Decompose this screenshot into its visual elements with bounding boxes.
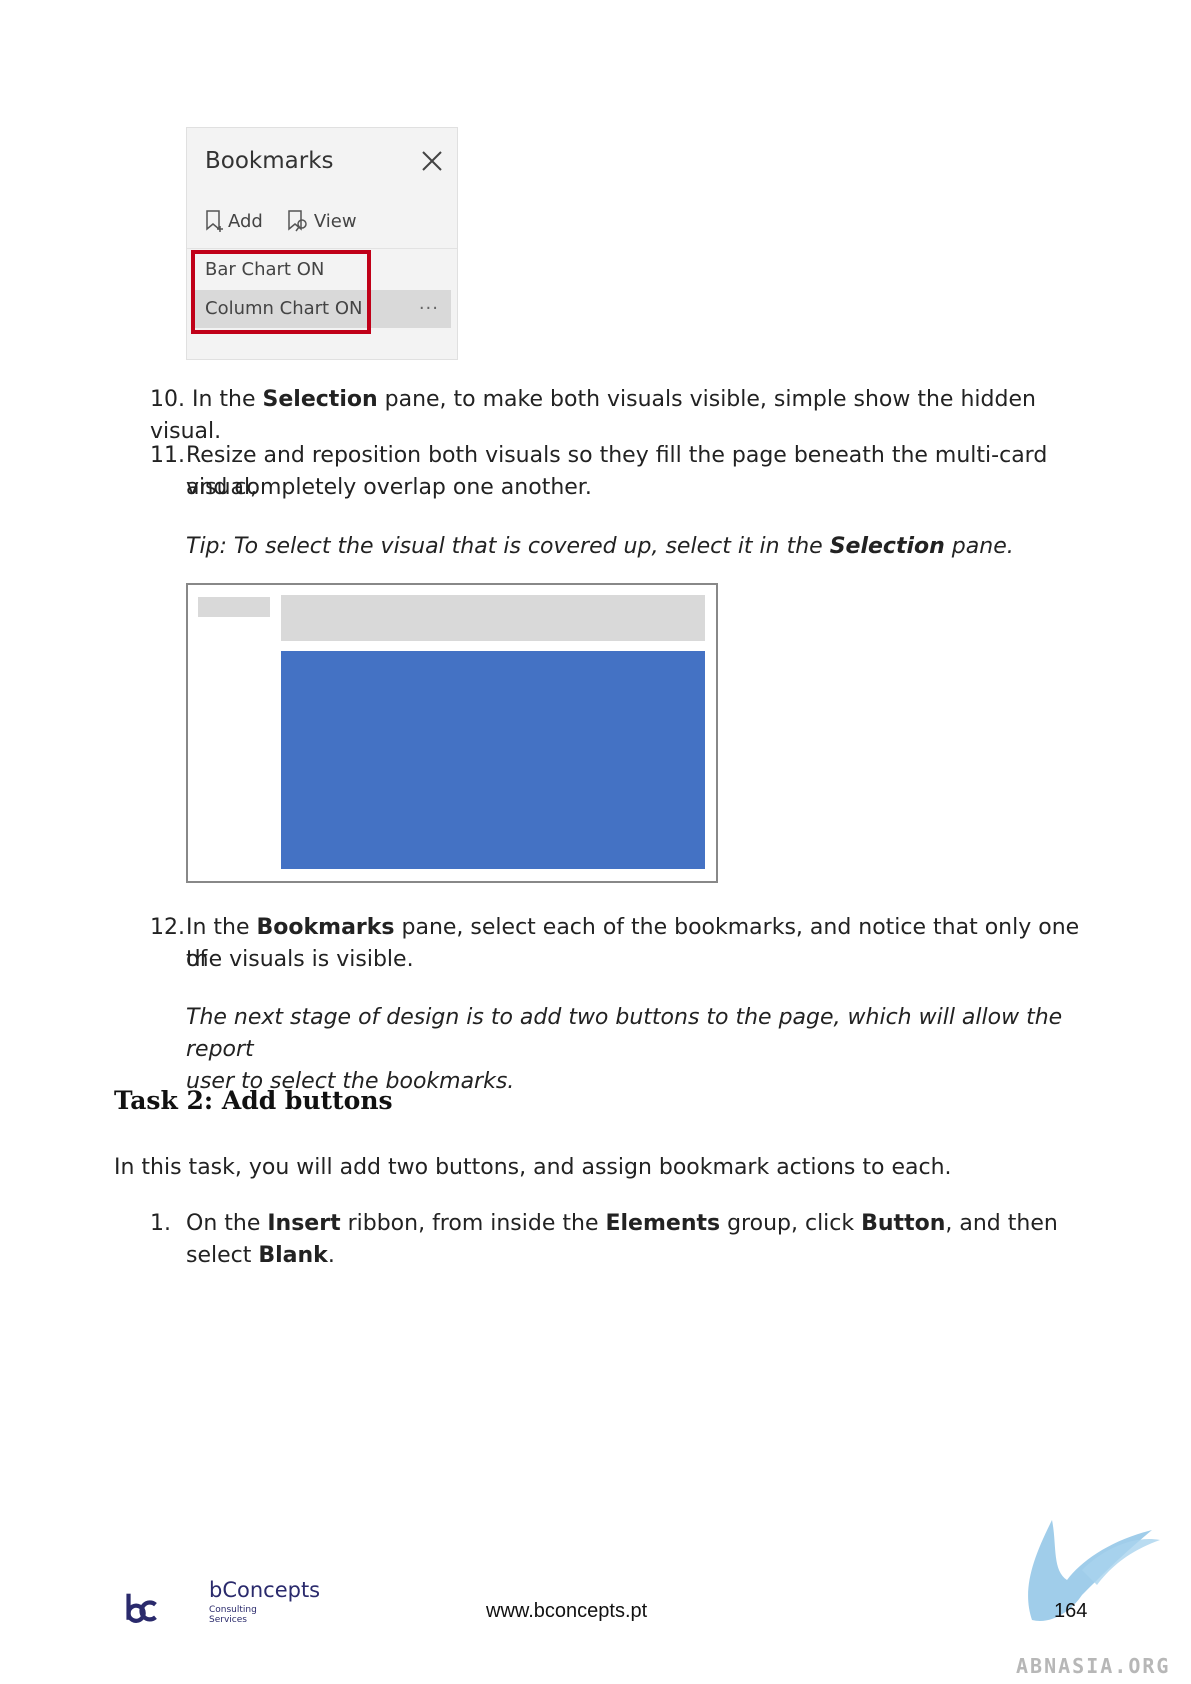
step-text-line2: select Blank. — [186, 1240, 1106, 1272]
note-line: The next stage of design is to add two b… — [186, 1005, 1063, 1062]
more-options-icon[interactable]: ··· — [419, 290, 439, 328]
header-placeholder — [281, 595, 705, 641]
add-bookmark-button[interactable]: Add — [205, 206, 263, 236]
overlapping-visual — [281, 651, 705, 869]
watermark-text: ABNASIA.ORG — [1016, 1654, 1171, 1678]
brand-sub-line: Consulting — [209, 1605, 257, 1615]
step-10: 10. In the Selection pane, to make both … — [150, 384, 1100, 448]
step-number: 10. — [150, 387, 185, 412]
tip-suffix: pane. — [944, 534, 1014, 559]
bookmark-view-icon — [288, 210, 307, 232]
view-bookmark-button[interactable]: View — [287, 206, 357, 236]
highlight-box — [191, 250, 371, 334]
step-bold: Blank — [258, 1243, 328, 1268]
step-text: On the — [186, 1211, 268, 1236]
task-intro: In this task, you will add two buttons, … — [114, 1155, 952, 1180]
step-text: select — [186, 1243, 259, 1268]
step-bold: Insert — [267, 1211, 341, 1236]
tip-bold: Selection — [829, 534, 945, 559]
step-text: and completely overlap one another. — [186, 475, 592, 500]
add-label: Add — [228, 210, 263, 232]
step-bold: Selection — [262, 387, 378, 412]
design-note: The next stage of design is to add two b… — [186, 1002, 1106, 1098]
tip-text: Tip: To select the visual that is covere… — [186, 531, 1106, 563]
step-text-line2: the visuals is visible. — [186, 947, 414, 972]
view-label: View — [313, 210, 357, 232]
step-bold: Button — [861, 1211, 946, 1236]
step-number: 12. — [150, 915, 185, 940]
step-text: group, click — [720, 1211, 862, 1236]
report-canvas-screenshot — [186, 583, 718, 883]
brand-name: bConcepts — [209, 1578, 321, 1602]
step-bold: Bookmarks — [256, 915, 395, 940]
bookmarks-pane-screenshot: Bookmarks Add View Bar Chart ON Column C… — [186, 127, 458, 360]
step-text: . — [327, 1243, 335, 1268]
step-bold: Elements — [605, 1211, 721, 1236]
step-text: , and then — [945, 1211, 1058, 1236]
tip-prefix: Tip: To select the visual that is covere… — [186, 534, 830, 559]
step-text: In the — [192, 387, 263, 412]
step-number: 1. — [150, 1211, 171, 1236]
step-text: In the — [186, 915, 257, 940]
step-text: ribbon, from inside the — [340, 1211, 606, 1236]
step-text-line1: On the Insert ribbon, from inside the El… — [186, 1208, 1106, 1240]
bconcepts-logo-icon — [126, 1593, 157, 1623]
multi-card-placeholder — [198, 597, 270, 617]
bookmarks-pane-title: Bookmarks — [205, 148, 334, 174]
footer-url[interactable]: www.bconcepts.pt — [486, 1600, 647, 1623]
close-icon[interactable] — [419, 148, 445, 174]
step-number: 11. — [150, 443, 185, 468]
task-heading: Task 2: Add buttons — [114, 1086, 393, 1115]
brand-sub-line: Services — [209, 1615, 247, 1625]
brand-subtitle: Consulting Services — [209, 1605, 257, 1625]
divider — [187, 248, 457, 249]
bookmarks-toolbar: Add View — [205, 206, 357, 236]
page-number: 164 — [1054, 1600, 1088, 1622]
bookmark-add-icon — [206, 210, 223, 232]
